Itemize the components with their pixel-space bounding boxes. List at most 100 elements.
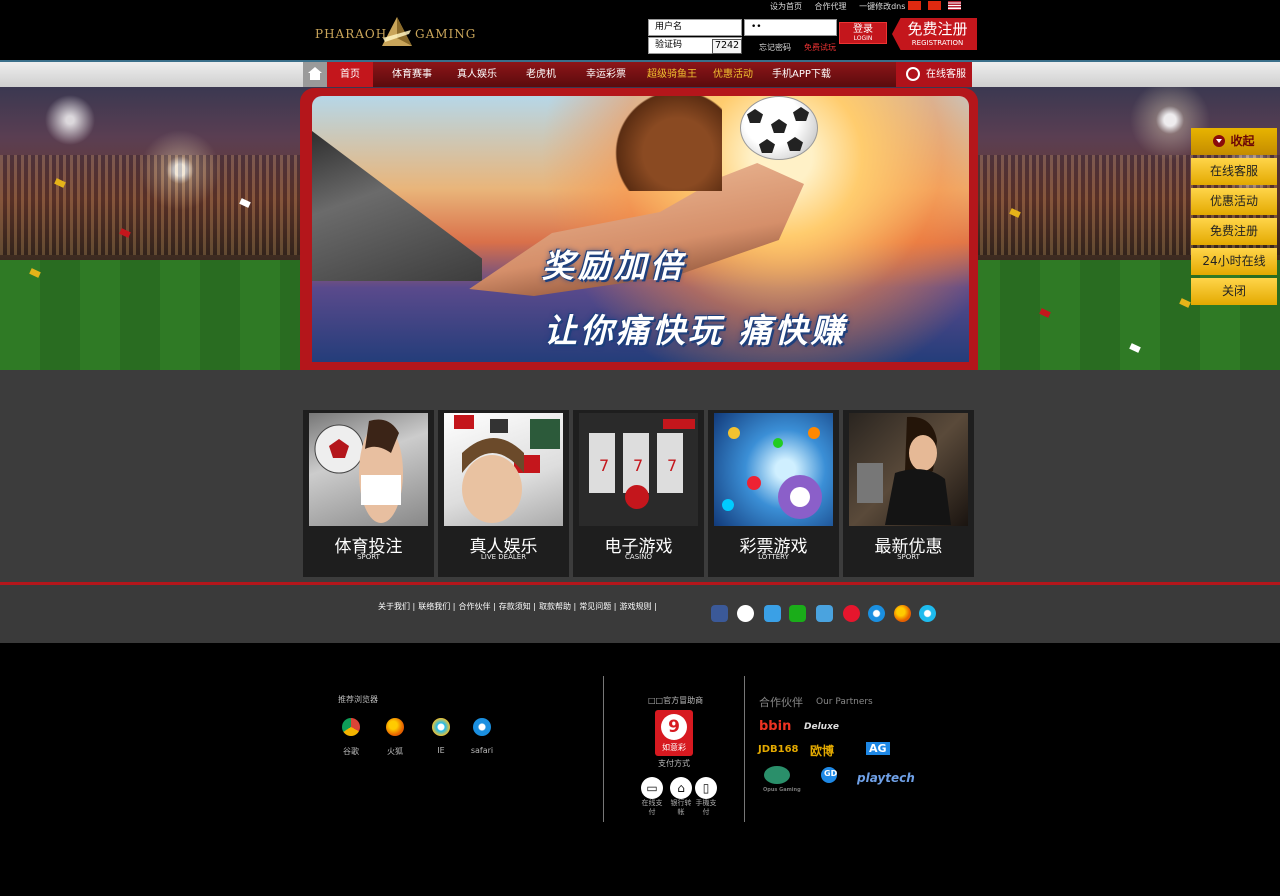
live-dealer-image — [444, 413, 563, 526]
collapse-button[interactable]: 收起 — [1191, 128, 1277, 155]
faq-link[interactable]: 常见问题 | — [579, 602, 616, 611]
username-input[interactable]: 用户名 — [648, 19, 742, 36]
wechat-icon[interactable] — [789, 605, 806, 622]
side-24h-online[interactable]: 24小时在线 — [1191, 248, 1277, 275]
facebook-icon[interactable] — [711, 605, 728, 622]
firefox-browser-icon[interactable] — [386, 718, 404, 736]
game-subtitle: LIVE DEALER — [480, 553, 527, 561]
nav-app-download[interactable]: 手机APP下载 — [772, 62, 831, 87]
side-customer-service[interactable]: 在线客服 — [1191, 158, 1277, 185]
gd-logo-text: GD — [824, 769, 838, 778]
nav-home[interactable]: 首页 — [327, 62, 373, 87]
login-label: 登录 — [853, 24, 873, 35]
nav-fishing[interactable]: 超级骑鱼王 — [647, 62, 697, 87]
mobile-payment-label: 手機支付 — [695, 799, 717, 816]
contact-us-link[interactable]: 联络我们 | — [418, 602, 455, 611]
casino-image: 7 7 7 — [579, 413, 698, 526]
nav-customer-service[interactable]: 在线客服 — [896, 62, 972, 87]
safari-browser-icon[interactable] — [473, 718, 491, 736]
nav-lottery[interactable]: 幸运彩票 — [586, 62, 626, 87]
safari-icon[interactable] — [868, 605, 885, 622]
collapse-label: 收起 — [1230, 134, 1255, 148]
sports-image — [309, 413, 428, 526]
lottery-image — [714, 413, 833, 526]
us-flag-icon[interactable] — [948, 1, 962, 10]
ie-label: IE — [437, 746, 445, 755]
game-card-live-dealer[interactable]: 真人娱乐 LIVE DEALER — [438, 410, 569, 577]
online-payment-label: 在线支付 — [641, 799, 663, 816]
home-icon[interactable] — [303, 62, 327, 87]
bbin-logo: bbin — [759, 719, 792, 734]
site-logo[interactable]: PHARAOH GAMING — [315, 14, 475, 50]
nav-live-dealer[interactable]: 真人娱乐 — [457, 62, 497, 87]
partners-heading-en: Our Partners — [816, 697, 873, 707]
partners-link[interactable]: 合作伙伴 | — [459, 602, 496, 611]
firefox-label: 火狐 — [387, 747, 403, 756]
qq-icon[interactable] — [816, 605, 833, 622]
weibo-icon[interactable] — [843, 605, 860, 622]
cn-flag-icon[interactable] — [928, 1, 942, 10]
deposit-info-link[interactable]: 存款须知 | — [499, 602, 536, 611]
game-subtitle: SPORT — [357, 553, 380, 561]
dns-link[interactable]: 一键修改dns — [859, 2, 905, 11]
game-subtitle: CASINO — [625, 553, 652, 561]
ie-browser-icon[interactable] — [432, 718, 450, 736]
svg-text:7: 7 — [633, 456, 643, 475]
banner-headline: 奖励加倍 — [542, 247, 687, 285]
agent-link[interactable]: 合作代理 — [815, 2, 847, 11]
side-float-panel: 收起 在线客服 优惠活动 免费注册 24小时在线 关闭 — [1191, 128, 1277, 308]
set-homepage-link[interactable]: 设为首页 — [770, 2, 802, 11]
nav-sports[interactable]: 体育赛事 — [392, 62, 432, 87]
firefox-icon[interactable] — [894, 605, 911, 622]
game-subtitle: LOTTERY — [758, 553, 789, 561]
mobile-payment-icon[interactable]: ▯ — [695, 777, 717, 799]
game-card-sports[interactable]: 体育投注 SPORT — [303, 410, 434, 577]
game-rules-link[interactable]: 游戏规则 | — [620, 602, 657, 611]
bank-transfer-icon[interactable]: ⌂ — [670, 777, 692, 799]
logo-text-right: GAMING — [415, 27, 477, 41]
online-payment-icon[interactable]: ▭ — [641, 777, 663, 799]
password-input[interactable]: •• — [744, 19, 837, 36]
footer-links: 关于我们 | 联络我们 | 合作伙伴 | 存款须知 | 取款帮助 | 常见问题 | 游戏规则… — [378, 601, 660, 612]
game-card-lottery[interactable]: 彩票游戏 LOTTERY — [708, 410, 839, 577]
side-register[interactable]: 免费注册 — [1191, 218, 1277, 245]
captcha-code[interactable]: 7242 — [712, 39, 742, 54]
allbet-logo: 欧博 — [810, 744, 835, 758]
side-close[interactable]: 关闭 — [1191, 278, 1277, 305]
main-nav-bar: 首页 体育赛事 真人娱乐 老虎机 幸运彩票 超级骑鱼王 优惠活动 手机APP下载… — [0, 60, 1280, 87]
ruyicai-logo[interactable]: 9 如意彩 — [655, 710, 693, 756]
forgot-password-link[interactable]: 忘记密码 — [759, 42, 791, 53]
register-button[interactable]: 免费注册 REGISTRATION — [892, 18, 977, 50]
nav-slots[interactable]: 老虎机 — [526, 62, 556, 87]
side-promotions[interactable]: 优惠活动 — [1191, 188, 1277, 215]
ie-icon[interactable] — [919, 605, 936, 622]
game-card-casino[interactable]: 777 电子游戏 CASINO — [573, 410, 704, 577]
renren-icon[interactable] — [737, 605, 754, 622]
jdb168-logo: JDB168 — [758, 744, 799, 755]
nav-promotions[interactable]: 优惠活动 — [713, 62, 753, 87]
banner-tagline: 让你痛快玩 痛快赚 — [544, 311, 847, 350]
playtech-logo: playtech — [857, 771, 915, 785]
logo-text-left: PHARAOH — [315, 27, 388, 41]
footer-divider — [744, 676, 745, 822]
soccer-ball-icon — [740, 96, 818, 160]
withdraw-help-link[interactable]: 取款帮助 | — [539, 602, 576, 611]
login-button[interactable]: 登录 LOGIN — [839, 22, 887, 44]
promo-banner[interactable]: 奖励加倍 让你痛快玩 痛快赚 — [312, 96, 969, 362]
game-card-promotions[interactable]: 最新优惠 SPORT — [843, 410, 974, 577]
game-subtitle: SPORT — [897, 553, 920, 561]
hk-flag-icon[interactable] — [908, 1, 921, 10]
payment-caption: 支付方式 — [658, 759, 690, 768]
footer-nav — [0, 585, 1280, 643]
qzone-icon[interactable] — [764, 605, 781, 622]
about-us-link[interactable]: 关于我们 | — [378, 602, 415, 611]
opus-gaming-logo — [764, 766, 790, 784]
svg-text:7: 7 — [599, 456, 609, 475]
safari-label: safari — [470, 746, 494, 755]
footer-divider — [603, 676, 604, 822]
chrome-label: 谷歌 — [343, 747, 359, 756]
opus-gaming-text: Opus Gaming — [763, 787, 801, 793]
language-flags — [906, 1, 962, 20]
free-trial-link[interactable]: 免费试玩 — [804, 42, 836, 53]
chrome-icon[interactable] — [342, 718, 360, 736]
